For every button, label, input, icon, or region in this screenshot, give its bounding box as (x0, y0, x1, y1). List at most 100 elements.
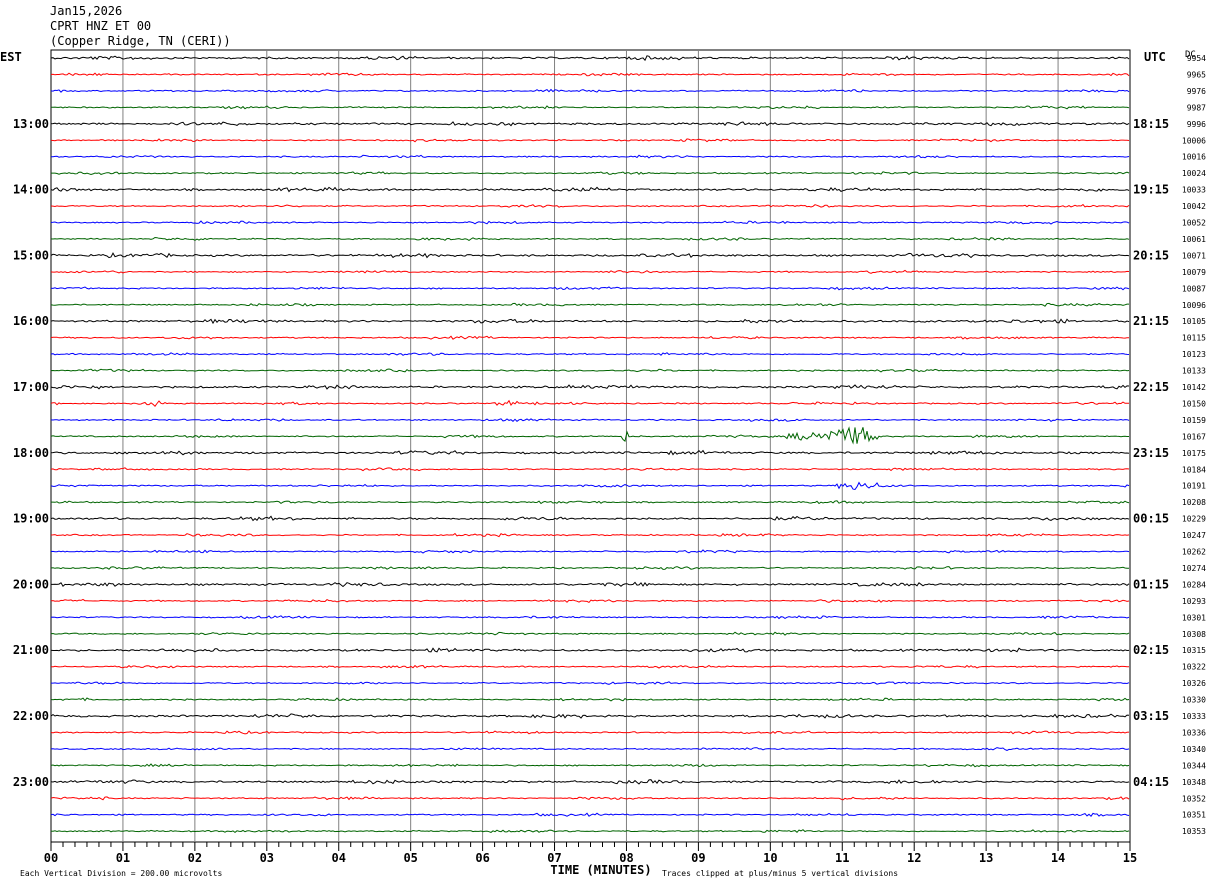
dc-value: 10333 (1182, 712, 1206, 721)
trace-row-42 (50, 730, 1130, 735)
dc-value: 10229 (1182, 515, 1206, 524)
plot-frame (50, 49, 1131, 843)
dc-value: 10262 (1182, 548, 1206, 557)
trace-row-6 (50, 138, 1130, 143)
est-time-label: 16:00 (13, 314, 49, 328)
utc-time-label: 20:15 (1133, 248, 1169, 262)
dc-value: 9954 (1187, 54, 1206, 63)
x-tick-label: 00 (44, 851, 58, 865)
x-tick-label: 09 (691, 851, 705, 865)
dc-value: 10301 (1182, 613, 1206, 622)
trace-row-36 (50, 631, 1130, 636)
dc-value: 10159 (1182, 416, 1206, 425)
dc-value: 10353 (1182, 827, 1206, 836)
utc-time-label: 22:15 (1133, 380, 1169, 394)
trace-row-35 (50, 615, 1130, 620)
utc-time-label: 18:15 (1133, 117, 1169, 131)
dc-value: 10191 (1182, 482, 1206, 491)
trace-row-46 (50, 796, 1130, 801)
dc-value: 10033 (1182, 186, 1206, 195)
dc-value: 10105 (1182, 317, 1206, 326)
trace-row-45 (50, 779, 1130, 785)
trace-row-15 (50, 286, 1130, 291)
dc-value: 10184 (1182, 465, 1206, 474)
trace-row-7 (51, 154, 1130, 159)
x-tick-label: 15 (1123, 851, 1137, 865)
dc-value: 10274 (1182, 564, 1206, 573)
utc-time-label: 01:15 (1133, 577, 1169, 591)
x-tick-label: 03 (260, 851, 274, 865)
dc-value: 10167 (1182, 432, 1206, 441)
dc-value: 10150 (1182, 399, 1206, 408)
x-tick-label: 11 (835, 851, 849, 865)
dc-value: 9996 (1187, 120, 1206, 129)
trace-row-17 (50, 318, 1130, 325)
dc-value: 10115 (1182, 334, 1206, 343)
dc-value: 10079 (1182, 268, 1206, 277)
clip-note: Traces clipped at plus/minus 5 vertical … (662, 869, 898, 878)
x-tick-label: 13 (979, 851, 993, 865)
trace-row-29 (50, 515, 1130, 522)
x-tick-label: 10 (763, 851, 777, 865)
scale-note: Each Vertical Division = 200.00 microvol… (20, 869, 222, 878)
trace-row-3 (50, 88, 1130, 93)
dc-value: 10142 (1182, 383, 1206, 392)
trace-row-25 (50, 449, 1130, 456)
dc-value: 10123 (1182, 350, 1206, 359)
dc-value: 10322 (1182, 663, 1206, 672)
utc-time-label: 23:15 (1133, 446, 1169, 460)
dc-value: 10330 (1182, 696, 1206, 705)
est-time-label: 22:00 (13, 709, 49, 723)
dc-value: 10087 (1182, 284, 1206, 293)
trace-row-10 (50, 203, 1130, 208)
trace-row-43 (50, 747, 1130, 751)
dc-value: 10348 (1182, 778, 1206, 787)
trace-row-11 (50, 220, 1130, 225)
trace-row-2 (50, 72, 1130, 77)
dc-value: 10061 (1182, 235, 1206, 244)
dc-value: 10208 (1182, 498, 1206, 507)
dc-value: 10071 (1182, 251, 1206, 260)
dc-value: 9987 (1187, 103, 1206, 112)
dc-value: 10042 (1182, 202, 1206, 211)
trace-row-37 (50, 647, 1130, 653)
trace-row-47 (50, 812, 1130, 817)
est-time-label: 21:00 (13, 643, 49, 657)
x-tick-label: 04 (332, 851, 346, 865)
trace-row-23 (50, 418, 1130, 423)
trace-row-38 (50, 664, 1129, 669)
trace-row-31 (50, 549, 1130, 554)
dc-value: 9976 (1187, 87, 1206, 96)
dc-value: 10284 (1182, 580, 1206, 589)
dc-value: 10340 (1182, 745, 1206, 754)
dc-value: 10247 (1182, 531, 1206, 540)
est-time-label: 13:00 (13, 117, 49, 131)
trace-row-39 (51, 681, 1130, 685)
utc-time-label: 02:15 (1133, 643, 1169, 657)
est-time-label: 17:00 (13, 380, 49, 394)
x-tick-label: 01 (116, 851, 130, 865)
x-tick-label: 12 (907, 851, 921, 865)
trace-row-8 (51, 171, 1130, 176)
helicorder-plot: 00 01 02 03 04 05 06 07 08 09 10 11 12 13 14 1599549965… (13, 49, 1206, 878)
trace-row-16 (50, 302, 1129, 307)
utc-time-label: 21:15 (1133, 314, 1169, 328)
x-tick-label: 02 (188, 851, 202, 865)
dc-value: 10352 (1182, 794, 1206, 803)
grid (50, 49, 1131, 851)
est-time-label: 20:00 (13, 577, 49, 591)
trace-row-22 (50, 399, 1129, 407)
trace-row-33 (51, 581, 1130, 588)
est-time-label: 19:00 (13, 512, 49, 526)
dc-value: 10096 (1182, 301, 1206, 310)
trace-row-20 (50, 368, 1130, 373)
dc-value: 10315 (1182, 646, 1206, 655)
dc-value: 10133 (1182, 367, 1206, 376)
trace-row-24 (50, 426, 1129, 445)
trace-row-14 (50, 269, 1130, 274)
dc-value: 10052 (1182, 219, 1206, 228)
est-time-label: 15:00 (13, 248, 49, 262)
dc-value: 10024 (1182, 169, 1206, 178)
utc-time-label: 00:15 (1133, 512, 1169, 526)
trace-row-13 (50, 252, 1130, 259)
